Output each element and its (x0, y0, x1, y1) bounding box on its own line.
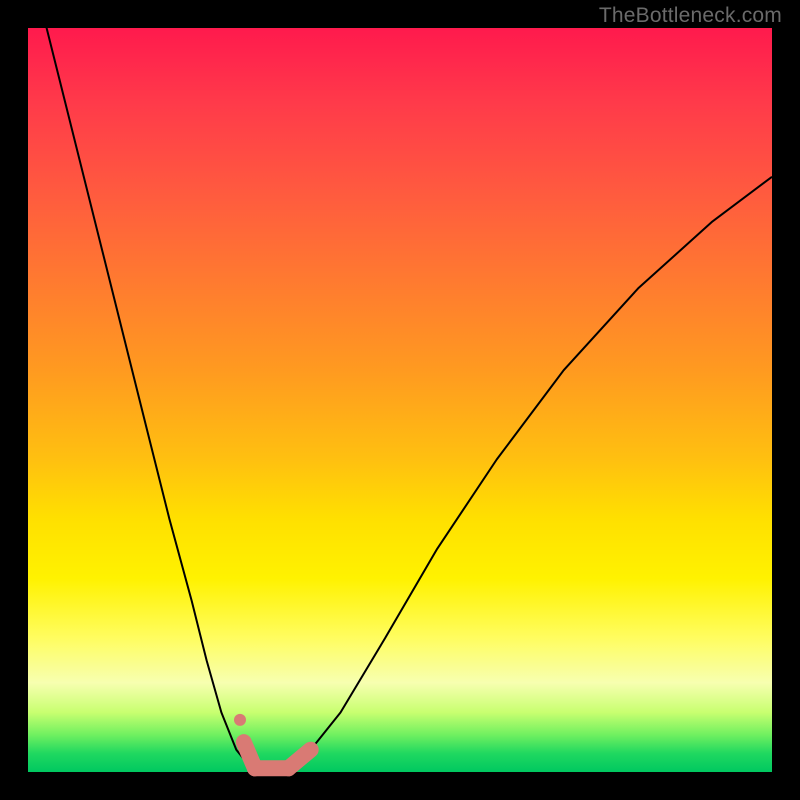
curve-marker-dot (234, 714, 246, 726)
bottleneck-curve (28, 0, 772, 772)
curve-layer (28, 28, 772, 772)
curve-highlight-segment (288, 750, 310, 769)
plot-area (28, 28, 772, 772)
watermark-text: TheBottleneck.com (599, 4, 782, 28)
chart-frame: TheBottleneck.com (0, 0, 800, 800)
